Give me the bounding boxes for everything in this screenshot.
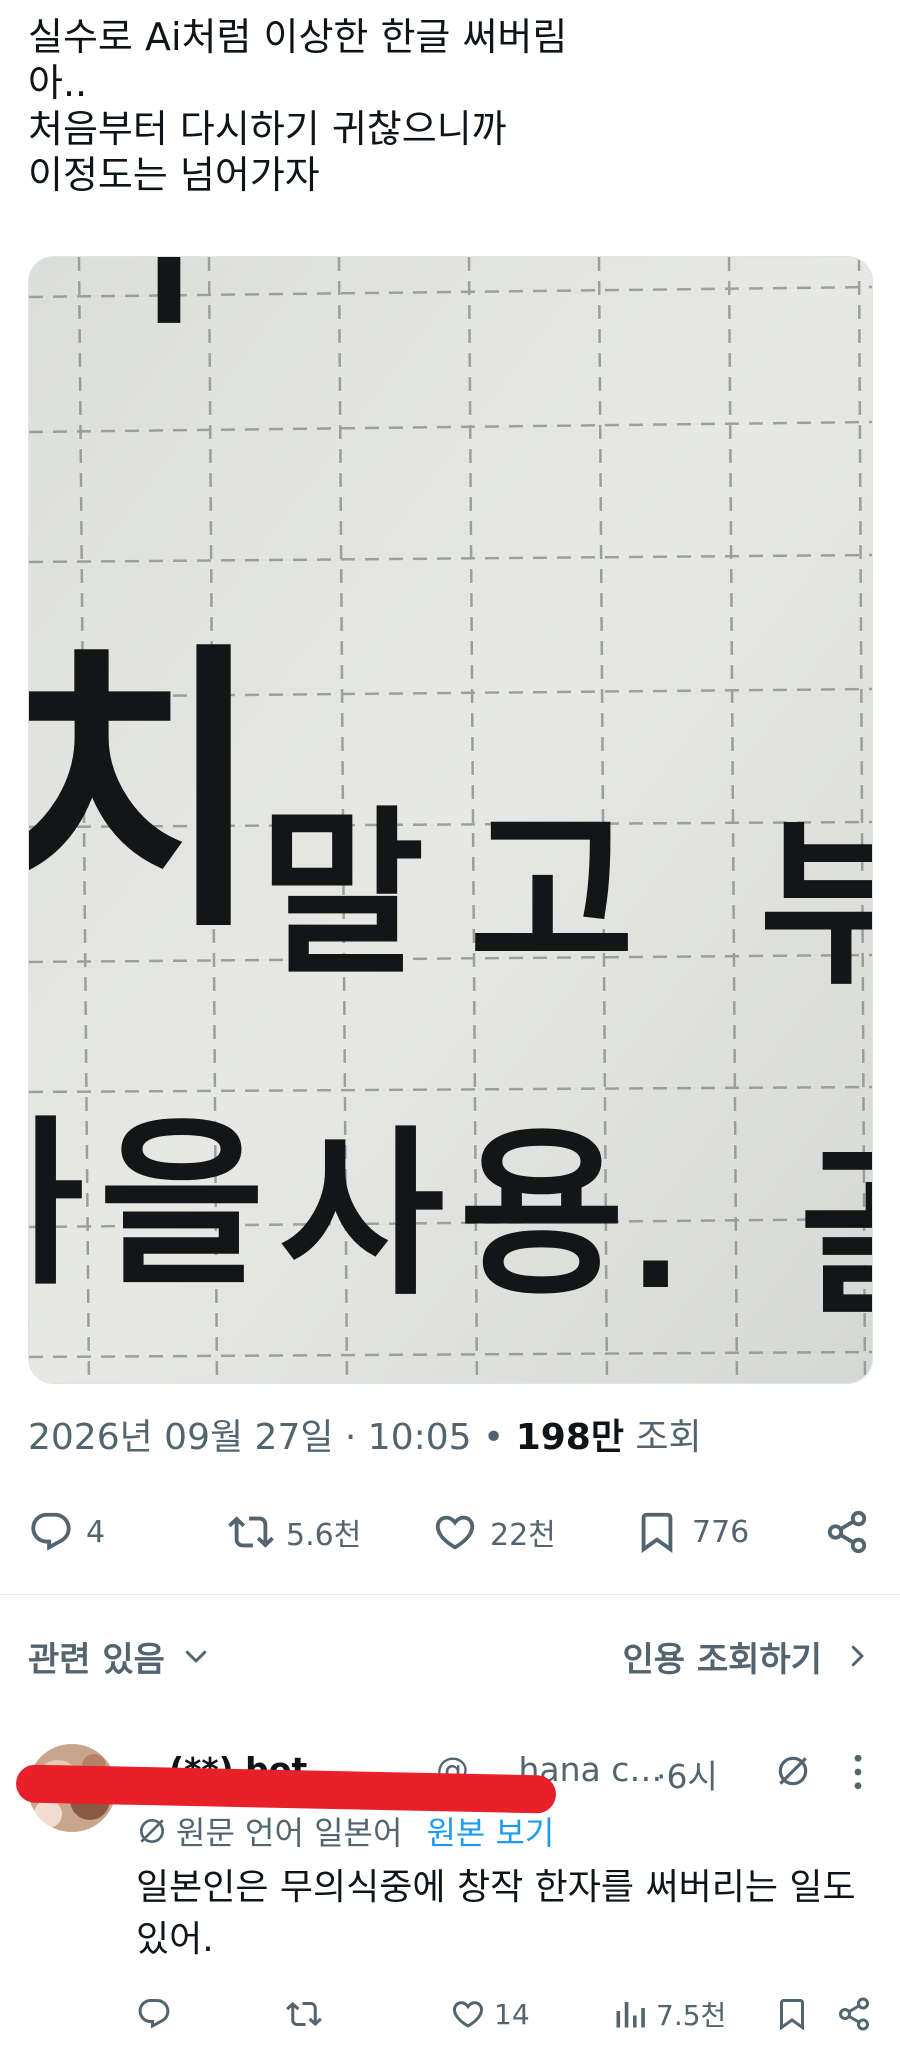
view-quotes-link[interactable]: 인용 조회하기 — [622, 1626, 872, 1686]
time-separator: · — [656, 1757, 667, 1796]
char-partial: 나 — [29, 1101, 85, 1310]
more-icon[interactable] — [840, 1750, 876, 1794]
reply-views-button[interactable]: 7.5천 — [612, 1990, 726, 2038]
char: 용 — [459, 1111, 625, 1320]
reply-item[interactable]: …(**) bot @___hana c… ·6시 원문 언어 일본어 원본 보… — [0, 1730, 900, 2046]
reply-bookmark-button[interactable] — [774, 1990, 810, 2038]
chevron-down-icon — [185, 1650, 207, 1663]
heart-icon — [452, 2001, 484, 2028]
bookmark-icon — [641, 1512, 673, 1553]
char: 고 — [469, 791, 635, 1000]
char: 사 — [279, 1111, 445, 1320]
tweet-meta: 2026년 09월 27일 · 10:05 • 198만 조회 — [28, 1414, 702, 1462]
quotes-label: 인용 조회하기 — [622, 1639, 822, 1680]
reply-button[interactable]: 4 — [28, 1496, 105, 1568]
heart-icon — [435, 1515, 475, 1550]
translation-label: 원문 언어 일본어 — [176, 1814, 403, 1852]
reply-text: 일본인은 무의식중에 창작 한자를 써버리는 일도 있어. — [136, 1867, 856, 1960]
tweet-timestamp[interactable]: 2026년 09월 27일 · 10:05 — [28, 1417, 472, 1458]
reply-icon — [138, 1999, 170, 2029]
show-original-link[interactable]: 원본 보기 — [426, 1808, 554, 1854]
grok-icon[interactable] — [774, 1752, 812, 1790]
reply-header: …(**) bot @___hana c… ·6시 — [15, 1750, 876, 1814]
tweet-action-bar: 4 5.6천 22천 776 — [28, 1496, 873, 1568]
reply-icon — [31, 1512, 71, 1551]
reply-repost-button[interactable] — [286, 1990, 330, 2038]
chevron-right-icon — [851, 1645, 864, 1667]
repost-button[interactable]: 5.6천 — [228, 1496, 361, 1568]
tweet-text: 실수로 Ai처럼 이상한 한글 써버림 아.. 처음부터 다시하기 귀찮으니까 … — [28, 14, 878, 198]
handwriting-photo: 치 말 고 부 나 을 사 용 . 골 ㄱ — [29, 257, 873, 1383]
views-count: 198만 — [515, 1417, 624, 1458]
char-partial: 치 — [29, 619, 265, 968]
reply-count: 4 — [86, 1514, 106, 1550]
reply-time-value: 6시 — [666, 1757, 718, 1796]
char-partial: ㄱ — [29, 257, 213, 395]
char: 말 — [259, 791, 425, 1000]
tweet-line: 이정도는 넘어가자 — [28, 153, 320, 197]
grok-translate-icon — [140, 1819, 164, 1843]
repost-icon — [286, 2001, 322, 2027]
tweet-line: 처음부터 다시하기 귀찮으니까 — [28, 107, 507, 151]
char: 을 — [99, 1101, 265, 1310]
share-icon — [839, 1997, 869, 2031]
reply-time[interactable]: ·6시 — [656, 1750, 718, 1798]
reply-action-bar: 14 7.5천 — [136, 1990, 876, 2038]
reply-share-button[interactable] — [836, 1990, 872, 2038]
views-label: 조회 — [635, 1417, 702, 1458]
tweet-photo[interactable]: 치 말 고 부 나 을 사 용 . 골 ㄱ — [28, 256, 873, 1384]
bookmark-count: 776 — [692, 1514, 750, 1550]
reply-like-button[interactable]: 14 — [450, 1990, 530, 2038]
divider — [0, 1594, 900, 1595]
char: . — [629, 1158, 682, 1321]
share-button[interactable] — [824, 1496, 870, 1568]
repost-icon — [228, 1516, 274, 1548]
bookmark-icon — [780, 1999, 804, 2031]
related-sort-dropdown[interactable]: 관련 있음 — [28, 1626, 211, 1686]
char-partial: 골 — [799, 1131, 873, 1340]
like-button[interactable]: 22천 — [432, 1496, 556, 1568]
related-label: 관련 있음 — [28, 1639, 165, 1680]
reply-views-count: 7.5천 — [656, 1999, 727, 2032]
analytics-icon — [616, 2002, 645, 2028]
tweet-line: 아.. — [28, 61, 88, 105]
char-partial: 부 — [759, 801, 873, 1010]
share-icon — [827, 1510, 867, 1554]
meta-separator: • — [471, 1417, 516, 1458]
tweet-line: 실수로 Ai처럼 이상한 한글 써버림 — [28, 15, 568, 59]
bookmark-button[interactable]: 776 — [634, 1496, 749, 1568]
repost-count: 5.6천 — [286, 1518, 362, 1553]
reply-reply-button[interactable] — [136, 1990, 180, 2038]
reply-like-count: 14 — [494, 1997, 530, 2031]
translation-notice: 원문 언어 일본어 원본 보기 — [136, 1808, 554, 1854]
like-count: 22천 — [490, 1518, 556, 1553]
